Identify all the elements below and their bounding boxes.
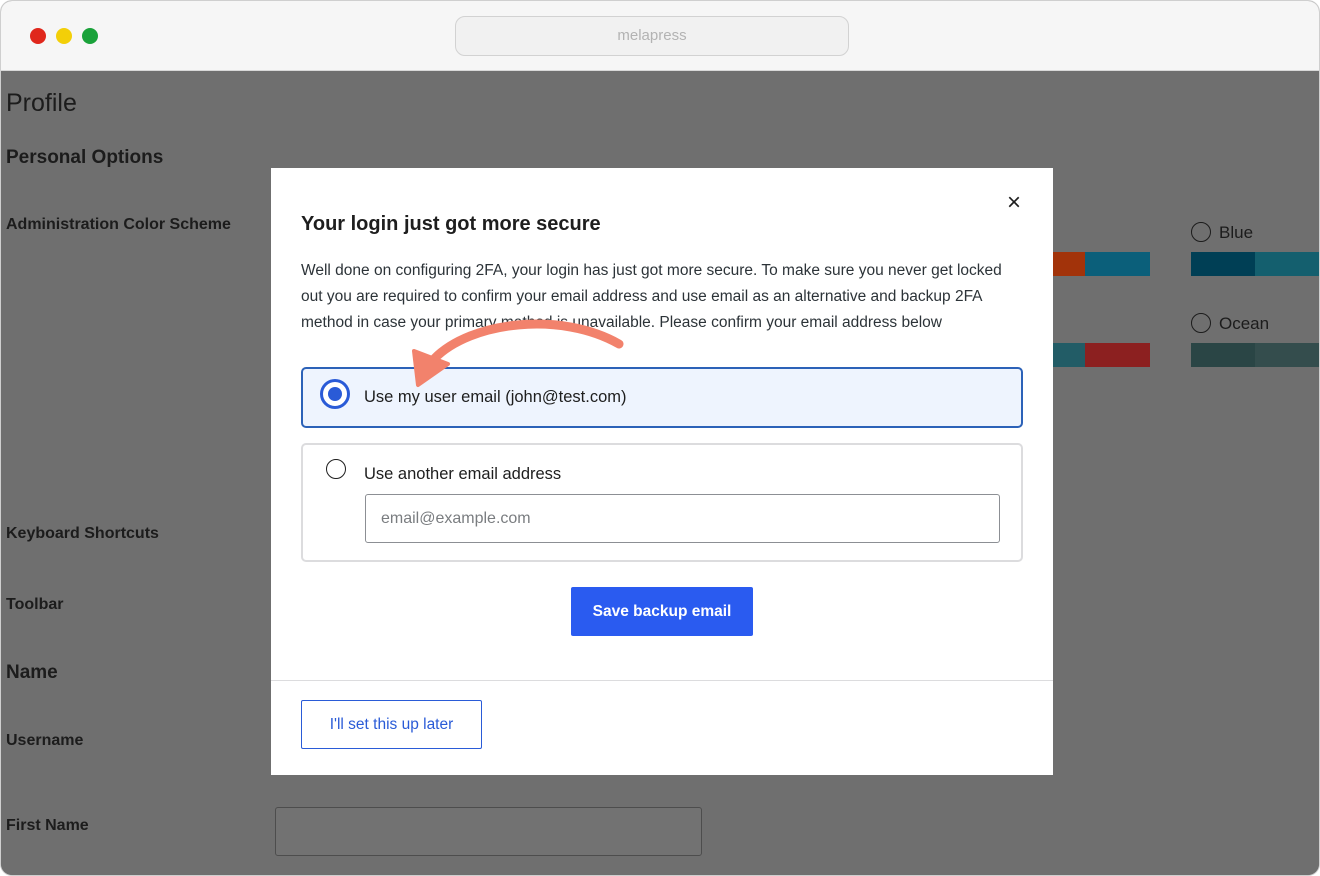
- set-up-later-button[interactable]: I'll set this up later: [301, 700, 482, 749]
- save-backup-email-button[interactable]: Save backup email: [571, 587, 753, 636]
- minimize-window-button[interactable]: [56, 28, 72, 44]
- color-swatch: [1255, 252, 1319, 276]
- radio-icon: [1191, 313, 1211, 333]
- color-scheme-label-ocean: Ocean: [1219, 314, 1270, 333]
- color-scheme-ocean[interactable]: Ocean: [1191, 313, 1269, 334]
- first-name-input[interactable]: [275, 807, 702, 856]
- radio-unselected-icon[interactable]: [326, 459, 346, 479]
- first-name-label: First Name: [6, 817, 89, 834]
- color-swatch: [1085, 343, 1150, 367]
- modal-description: Well done on configuring 2FA, your login…: [301, 262, 1002, 331]
- personal-options-heading: Personal Options: [6, 147, 164, 168]
- page-title: Profile: [6, 89, 77, 117]
- email-field[interactable]: [365, 494, 1000, 543]
- color-swatch: [1191, 252, 1255, 276]
- color-swatch: [1191, 343, 1255, 367]
- address-bar[interactable]: melapress: [455, 16, 849, 56]
- username-label: Username: [6, 732, 84, 749]
- color-scheme-label-blue: Blue: [1219, 223, 1254, 242]
- name-heading: Name: [6, 662, 58, 683]
- color-swatch: [1053, 252, 1085, 276]
- divider: [271, 680, 1053, 681]
- color-swatch: [1053, 343, 1085, 367]
- browser-window: melapress Profile Personal Options Admin…: [0, 0, 1320, 876]
- toolbar-label: Toolbar: [6, 596, 64, 613]
- browser-titlebar: melapress: [1, 1, 1319, 71]
- option-other-email-label: Use another email address: [364, 465, 562, 483]
- color-scheme-blue[interactable]: Blue: [1191, 222, 1253, 243]
- zoom-window-button[interactable]: [82, 28, 98, 44]
- backup-email-modal: × Your login just got more secure Well d…: [271, 168, 1053, 775]
- option-user-email[interactable]: Use my user email (john@test.com): [301, 367, 1023, 428]
- close-icon[interactable]: ×: [1001, 190, 1027, 216]
- radio-selected-icon[interactable]: [320, 379, 350, 409]
- close-window-button[interactable]: [30, 28, 46, 44]
- option-user-email-label: Use my user email (john@test.com): [364, 388, 627, 406]
- modal-title: Your login just got more secure: [301, 213, 601, 235]
- option-other-email[interactable]: Use another email address: [301, 443, 1023, 562]
- color-swatch: [1085, 252, 1150, 276]
- color-scheme-label: Administration Color Scheme: [6, 216, 231, 233]
- keyboard-shortcuts-label: Keyboard Shortcuts: [6, 525, 159, 542]
- radio-icon: [1191, 222, 1211, 242]
- color-swatch: [1255, 343, 1319, 367]
